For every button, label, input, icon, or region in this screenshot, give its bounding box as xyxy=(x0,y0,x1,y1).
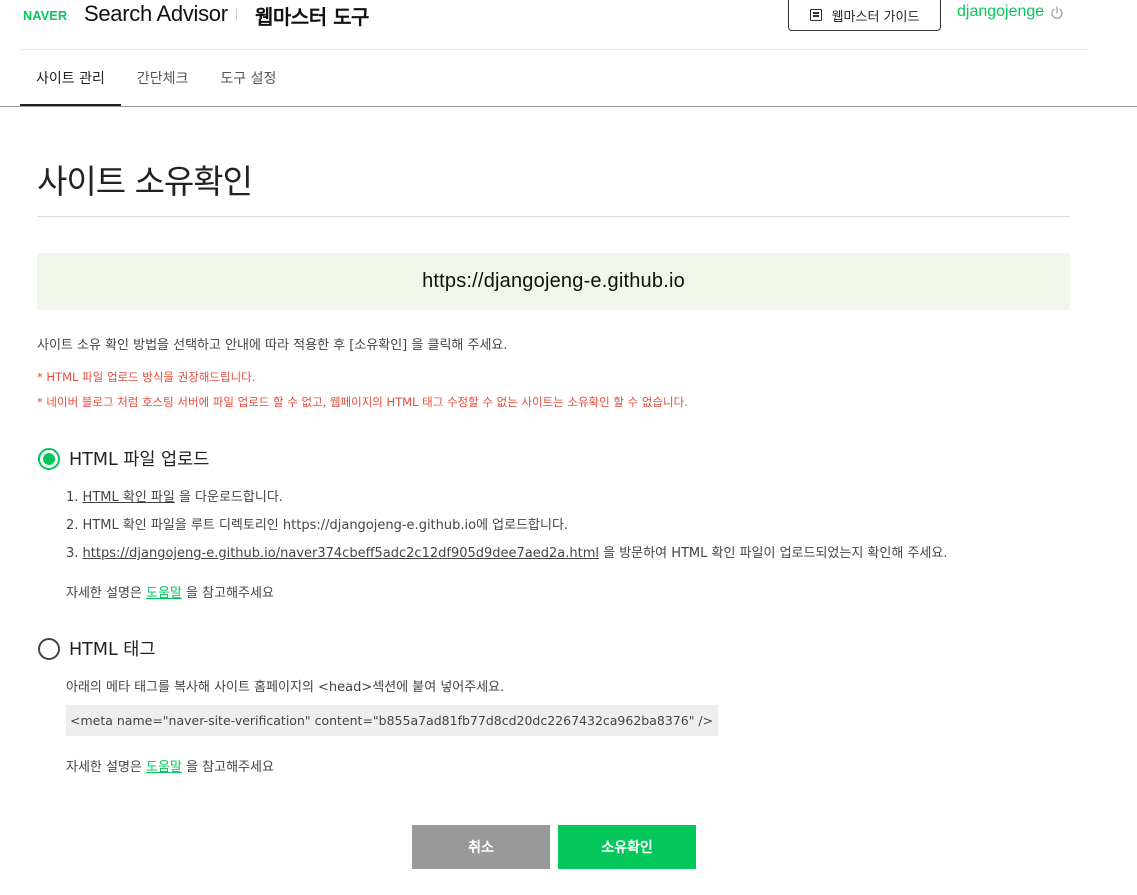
step-3-text: 을 방문하여 HTML 확인 파일이 업로드되었는지 확인해 주세요. xyxy=(599,546,948,561)
tag-help-link[interactable]: 도움말 xyxy=(146,760,182,775)
tag-help-text: 자세한 설명은 도움말 을 참고해주세요 xyxy=(66,756,274,775)
html-file-upload-label: HTML 파일 업로드 xyxy=(69,450,210,470)
step-2: 2. HTML 확인 파일을 루트 디렉토리인 https://djangoje… xyxy=(66,518,569,533)
step-3: 3. https://djangojeng-e.github.io/naver3… xyxy=(66,542,947,561)
logo-divider xyxy=(236,8,237,21)
username[interactable]: djangojenge xyxy=(957,3,1044,21)
html-file-upload-radio[interactable] xyxy=(38,447,60,470)
help-suffix: 을 참고해주세요 xyxy=(181,760,274,775)
site-url-box: https://djangojeng-e.github.io xyxy=(37,253,1070,310)
help-prefix: 자세한 설명은 xyxy=(66,760,147,775)
step-3-number: 3. xyxy=(66,546,83,561)
html-tag-option[interactable]: HTML 태그 xyxy=(38,636,155,661)
html-file-upload-option[interactable]: HTML 파일 업로드 xyxy=(38,446,209,471)
power-icon[interactable] xyxy=(1050,6,1064,20)
verify-ownership-button[interactable]: 소유확인 xyxy=(558,825,696,869)
tab-bar: 사이트 관리 간단체크 도구 설정 xyxy=(20,50,292,106)
step-1-number: 1. xyxy=(66,490,83,505)
tab-site-management[interactable]: 사이트 관리 xyxy=(20,50,121,106)
step-1-text: 을 다운로드합니다. xyxy=(174,490,283,505)
tab-label: 간단체크 xyxy=(136,71,189,87)
warning-blog-unsupported: * 네이버 블로그 처럼 호스팅 서버에 파일 업로드 할 수 없고, 웹페이지… xyxy=(37,395,688,409)
help-prefix: 자세한 설명은 xyxy=(66,586,147,601)
tab-simple-check[interactable]: 간단체크 xyxy=(121,50,205,106)
webmaster-tool-title[interactable]: 웹마스터 도구 xyxy=(255,1,369,30)
search-advisor-logo[interactable]: Search Advisor xyxy=(84,1,228,27)
page-title: 사이트 소유확인 xyxy=(37,162,253,201)
file-help-link[interactable]: 도움말 xyxy=(146,586,182,601)
verification-file-url-link[interactable]: https://djangojeng-e.github.io/naver374c… xyxy=(83,546,599,561)
cancel-button[interactable]: 취소 xyxy=(412,825,550,869)
warning-recommend: * HTML 파일 업로드 방식을 권장해드립니다. xyxy=(37,370,256,384)
meta-tag-text[interactable]: <meta name="naver-site-verification" con… xyxy=(70,713,713,728)
tab-tool-settings[interactable]: 도구 설정 xyxy=(204,50,292,106)
document-list-icon xyxy=(809,9,822,21)
site-url: https://djangojeng-e.github.io xyxy=(422,270,685,292)
header: NAVER Search Advisor 웹마스터 도구 웹마스터 가이드 dj… xyxy=(0,0,1137,50)
tab-label: 도구 설정 xyxy=(220,71,277,87)
title-divider xyxy=(37,216,1070,217)
naver-logo[interactable]: NAVER xyxy=(23,9,67,23)
tab-divider xyxy=(0,106,1137,107)
html-tag-radio[interactable] xyxy=(38,637,60,660)
help-suffix: 을 참고해주세요 xyxy=(181,586,274,601)
meta-tag-instruction: 아래의 메타 태그를 복사해 사이트 홈페이지의 <head>섹션에 붙여 넣어… xyxy=(66,680,505,695)
html-tag-label: HTML 태그 xyxy=(69,640,156,660)
file-help-text: 자세한 설명은 도움말 을 참고해주세요 xyxy=(66,582,274,601)
instructions-text: 사이트 소유 확인 방법을 선택하고 안내에 따라 적용한 후 [소유확인] 을… xyxy=(37,338,508,353)
tab-label: 사이트 관리 xyxy=(36,71,105,87)
webmaster-guide-button[interactable]: 웹마스터 가이드 xyxy=(788,0,941,31)
html-file-download-link[interactable]: HTML 확인 파일 xyxy=(83,490,175,505)
webmaster-guide-label: 웹마스터 가이드 xyxy=(831,9,920,25)
meta-tag-code[interactable]: <meta name="naver-site-verification" con… xyxy=(66,705,718,736)
step-1: 1. HTML 확인 파일 을 다운로드합니다. xyxy=(66,486,283,505)
